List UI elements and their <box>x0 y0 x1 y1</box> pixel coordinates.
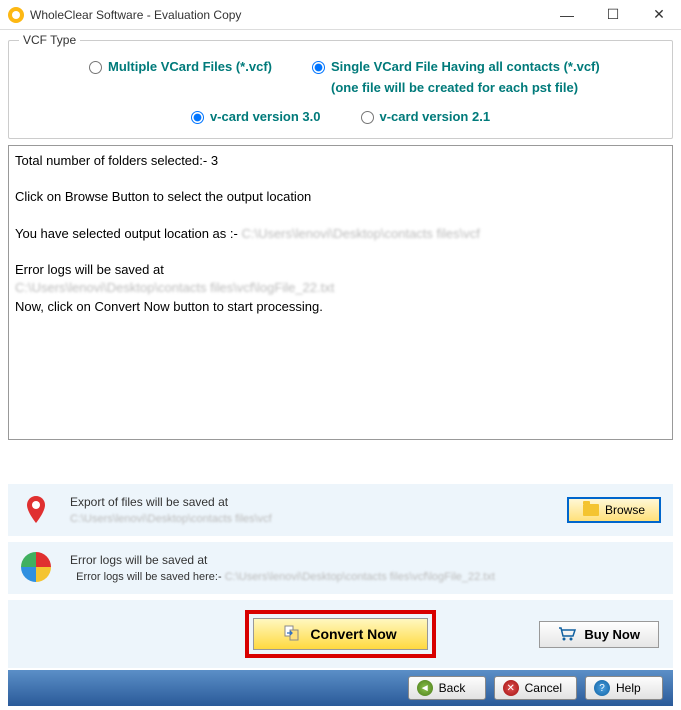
error-log-row: Error logs will be saved at Error logs w… <box>8 542 673 594</box>
convert-highlight: Convert Now <box>245 610 435 658</box>
app-icon <box>8 7 24 23</box>
log-output: Total number of folders selected:- 3 Cli… <box>8 145 673 440</box>
radio-v30-label: v-card version 3.0 <box>210 109 321 124</box>
radio-vcard-v21[interactable]: v-card version 2.1 <box>361 109 491 124</box>
cancel-button[interactable]: ✕ Cancel <box>494 676 577 700</box>
vcf-version-row: v-card version 3.0 v-card version 2.1 <box>19 103 662 124</box>
close-button[interactable]: ✕ <box>645 5 673 25</box>
help-button[interactable]: ? Help <box>585 676 663 700</box>
minimize-button[interactable]: — <box>553 5 581 25</box>
window-controls: — ☐ ✕ <box>553 5 673 25</box>
radio-single-label1: Single VCard File Having all contacts (*… <box>331 59 600 74</box>
cancel-label: Cancel <box>525 681 562 695</box>
back-label: Back <box>439 681 466 695</box>
export-label: Export of files will be saved at <box>70 493 567 511</box>
error-log-text: Error logs will be saved at Error logs w… <box>70 551 661 586</box>
help-icon: ? <box>594 680 610 696</box>
log-line: Now, click on Convert Now button to star… <box>15 298 666 316</box>
buy-label: Buy Now <box>584 627 640 642</box>
window-title: WholeClear Software - Evaluation Copy <box>30 8 553 22</box>
browse-button[interactable]: Browse <box>567 497 661 523</box>
export-path: C:\Users\lenovi\Desktop\contacts files\v… <box>70 511 567 528</box>
radio-multiple-input[interactable] <box>89 61 102 74</box>
error-label: Error logs will be saved at <box>70 551 661 569</box>
log-line: Total number of folders selected:- 3 <box>15 152 666 170</box>
export-location-row: Export of files will be saved at C:\User… <box>8 484 673 536</box>
radio-multiple-label: Multiple VCard Files (*.vcf) <box>108 59 272 74</box>
vcf-file-mode-row: Multiple VCard Files (*.vcf) Single VCar… <box>19 49 662 103</box>
main-content: VCF Type Multiple VCard Files (*.vcf) Si… <box>0 30 681 710</box>
browse-label: Browse <box>605 503 645 517</box>
log-line: You have selected output location as :- … <box>15 225 666 243</box>
radio-v30-input[interactable] <box>191 111 204 124</box>
radio-single-vcard[interactable]: Single VCard File Having all contacts (*… <box>312 59 600 95</box>
radio-single-label2: (one file will be created for each pst f… <box>331 80 578 95</box>
location-pin-icon <box>20 494 52 526</box>
cancel-icon: ✕ <box>503 680 519 696</box>
radio-multiple-vcard[interactable]: Multiple VCard Files (*.vcf) <box>89 59 272 74</box>
folder-icon <box>583 504 599 516</box>
radio-v21-input[interactable] <box>361 111 374 124</box>
vcf-type-group: VCF Type Multiple VCard Files (*.vcf) Si… <box>8 40 673 139</box>
radio-v21-label: v-card version 2.1 <box>380 109 491 124</box>
radio-single-input[interactable] <box>312 61 325 74</box>
error-sub: Error logs will be saved here:- C:\Users… <box>70 569 661 586</box>
export-location-text: Export of files will be saved at C:\User… <box>70 493 567 528</box>
titlebar: WholeClear Software - Evaluation Copy — … <box>0 0 681 30</box>
vcf-legend: VCF Type <box>19 33 80 47</box>
log-line: Error logs will be saved at <box>15 261 666 279</box>
nav-bar: ◄ Back ✕ Cancel ? Help <box>8 670 673 706</box>
log-line: C:\Users\lenovi\Desktop\contacts files\v… <box>15 279 666 297</box>
convert-now-button[interactable]: Convert Now <box>253 618 427 650</box>
convert-icon <box>284 625 302 643</box>
log-line: Click on Browse Button to select the out… <box>15 188 666 206</box>
footer-area: Export of files will be saved at C:\User… <box>8 484 673 706</box>
maximize-button[interactable]: ☐ <box>599 5 627 25</box>
cart-icon <box>558 627 576 641</box>
buy-now-button[interactable]: Buy Now <box>539 621 659 648</box>
back-icon: ◄ <box>417 680 433 696</box>
pie-chart-icon <box>20 552 52 584</box>
action-row: Convert Now Buy Now <box>8 600 673 668</box>
help-label: Help <box>616 681 641 695</box>
radio-vcard-v30[interactable]: v-card version 3.0 <box>191 109 321 124</box>
back-button[interactable]: ◄ Back <box>408 676 486 700</box>
